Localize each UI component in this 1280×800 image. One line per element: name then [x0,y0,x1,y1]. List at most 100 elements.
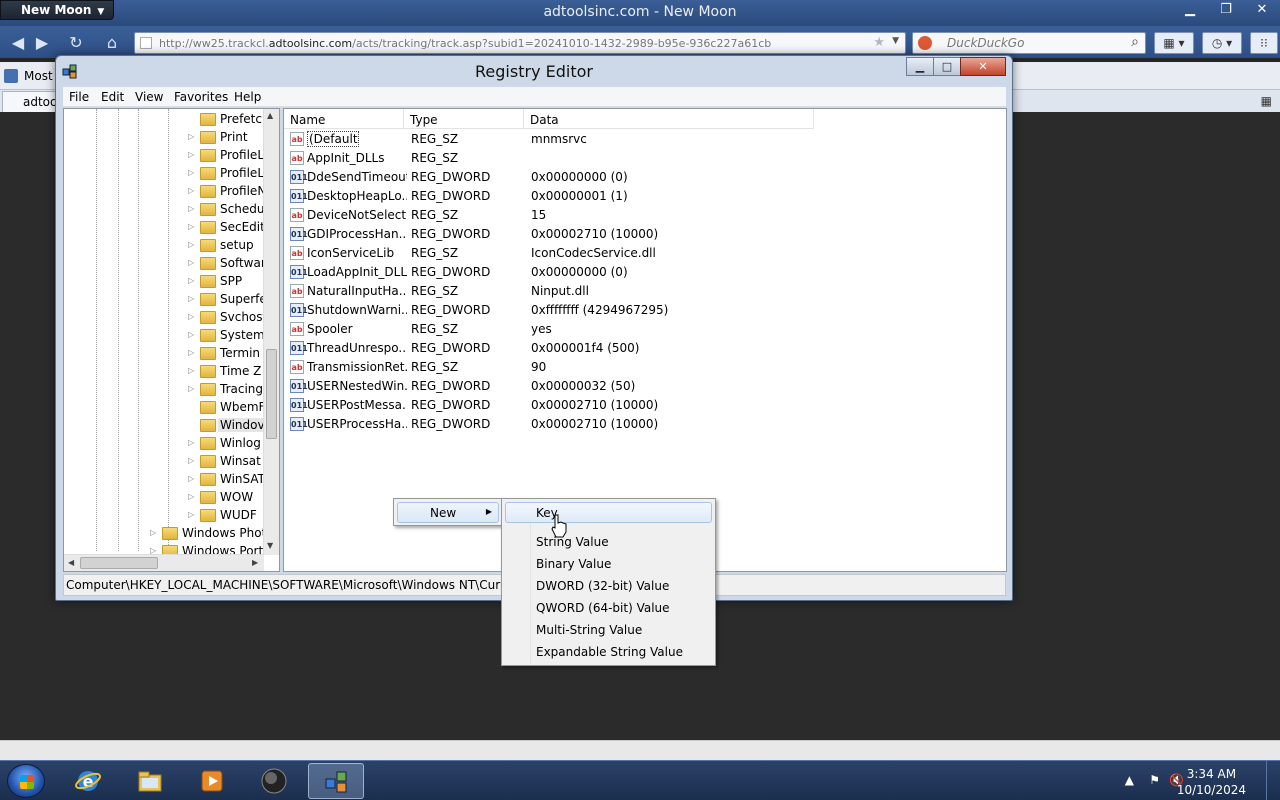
menu-edit[interactable]: Edit [101,90,124,104]
submenu-item[interactable]: String Value [505,531,712,552]
action-center-icon[interactable]: ⚑ [1149,773,1160,787]
submenu-item[interactable]: Key [505,502,712,523]
expand-arrow-icon[interactable]: ▷ [188,132,194,141]
expand-arrow-icon[interactable]: ▷ [188,384,194,393]
expand-arrow-icon[interactable]: ▷ [188,168,194,177]
url-input[interactable]: http://ww25.trackcl.adtoolsinc.com/acts/… [134,32,906,54]
value-row[interactable]: ab Spooler REG_SZ yes [284,320,1004,339]
bookmark-most-visited[interactable]: Most [24,69,53,83]
addon-icon[interactable]: ▦ ▾ [1154,32,1194,54]
scroll-left-icon[interactable]: ◀ [68,558,74,567]
value-row[interactable]: 011 USERProcessHa... REG_DWORD 0x00002710 (… [284,415,1004,434]
string-value-icon: ab [290,132,304,146]
expand-arrow-icon[interactable]: ▷ [188,330,194,339]
tab-grid-icon[interactable]: ▦ [1261,94,1272,108]
value-row[interactable]: 011 DesktopHeapLo... REG_DWORD 0x00000001 (… [284,187,1004,206]
expand-arrow-icon[interactable]: ▷ [188,276,194,285]
submenu-item[interactable]: DWORD (32-bit) Value [505,575,712,596]
expand-arrow-icon[interactable]: ▷ [150,528,156,537]
tree-horizontal-scrollbar[interactable]: ◀ ▶ [64,554,264,571]
menu-file[interactable]: File [69,90,89,104]
expand-arrow-icon[interactable]: ▷ [188,240,194,249]
column-header-data[interactable]: Data [524,109,814,129]
expand-arrow-icon[interactable]: ▷ [188,456,194,465]
menu-item-new[interactable]: New ▶ [397,502,499,523]
show-hidden-icons-icon[interactable]: ▲ [1125,773,1134,787]
taskbar-new-moon[interactable] [246,763,302,799]
scroll-thumb[interactable] [266,349,277,439]
expand-arrow-icon[interactable]: ▷ [188,186,194,195]
bookmark-star-icon[interactable]: ★ [873,35,885,50]
taskbar-media-player[interactable] [184,763,240,799]
clock[interactable]: 3:34 AM 10/10/2024 [1177,766,1246,798]
menu-favorites[interactable]: Favorites [174,90,228,104]
key-tree[interactable]: Prefetc ▷ Print ▷ ProfileL ▷ ProfileL ▷ ProfileN… [63,108,280,572]
home-icon[interactable]: ⌂ [100,32,124,54]
value-row[interactable]: ab TransmissionRet... REG_SZ 90 [284,358,1004,377]
value-type: REG_DWORD [411,265,491,279]
forward-icon[interactable]: ▶ [30,32,54,54]
taskbar-explorer[interactable] [122,763,178,799]
bookmark-folder-icon [4,69,18,83]
start-button[interactable] [7,764,45,798]
minimize-icon[interactable]: ▁ [1172,0,1208,22]
value-row[interactable]: 011 DdeSendTimeout REG_DWORD 0x00000000 (0) [284,168,1004,187]
show-desktop-button[interactable] [1266,761,1280,800]
value-row[interactable]: ab (Default) REG_SZ mnmsrvc [284,130,1004,149]
value-row[interactable]: 011 GDIProcessHan... REG_DWORD 0x00002710 (… [284,225,1004,244]
maximize-icon[interactable]: □ [933,57,961,76]
submenu-item[interactable]: Expandable String Value [505,641,712,662]
scroll-right-icon[interactable]: ▶ [252,558,258,567]
tree-vertical-scrollbar[interactable]: ▲ ▼ [263,109,279,555]
tab-adtoolsinc[interactable]: adtoo [2,91,62,112]
reload-icon[interactable]: ↻ [64,32,88,54]
value-row[interactable]: ab AppInit_DLLs REG_SZ [284,149,1004,168]
close-icon[interactable]: ✕ [1244,0,1280,22]
history-icon[interactable]: ◷ ▾ [1202,32,1242,54]
restore-icon[interactable]: ❐ [1208,0,1244,22]
expand-arrow-icon[interactable]: ▷ [188,510,194,519]
submenu-item[interactable]: QWORD (64-bit) Value [505,597,712,618]
taskbar-ie[interactable]: e [60,763,116,799]
expand-arrow-icon[interactable]: ▷ [188,294,194,303]
minimize-icon[interactable]: ▁ [906,57,934,76]
taskbar-regedit[interactable] [308,763,364,799]
expand-arrow-icon[interactable]: ▷ [188,492,194,501]
value-row[interactable]: ab DeviceNotSelect... REG_SZ 15 [284,206,1004,225]
expand-arrow-icon[interactable]: ▷ [188,222,194,231]
value-row[interactable]: 011 USERNestedWin... REG_DWORD 0x00000032 (… [284,377,1004,396]
submenu-item[interactable]: Multi-String Value [505,619,712,640]
url-dropdown-icon[interactable]: ▼ [892,36,899,46]
registry-titlebar[interactable]: Registry Editor ▁ □ ✕ [56,56,1012,86]
column-header-type[interactable]: Type [404,109,524,129]
search-icon[interactable]: ⌕ [1131,34,1139,50]
back-icon[interactable]: ◀ [6,32,30,54]
app-menu-button[interactable]: New Moon ▼ [0,0,114,20]
value-row[interactable]: ab IconServiceLib REG_SZ IconCodecService.d… [284,244,1004,263]
search-input[interactable]: DuckDuckGo ⌕ [912,32,1146,54]
expand-arrow-icon[interactable]: ▷ [188,438,194,447]
scroll-up-icon[interactable]: ▲ [267,111,273,120]
value-row[interactable]: ab NaturalInputHa... REG_SZ Ninput.dll [284,282,1004,301]
value-row[interactable]: 011 ThreadUnrespo... REG_DWORD 0x000001f4 (… [284,339,1004,358]
scroll-thumb[interactable] [80,557,158,569]
value-row[interactable]: 011 USERPostMessa... REG_DWORD 0x00002710 (… [284,396,1004,415]
expand-arrow-icon[interactable]: ▷ [188,474,194,483]
menu-help[interactable]: Help [234,90,261,104]
expand-arrow-icon[interactable]: ▷ [188,204,194,213]
value-row[interactable]: 011 ShutdownWarni... REG_DWORD 0xffffffff (… [284,301,1004,320]
expand-arrow-icon[interactable]: ▷ [188,258,194,267]
expand-arrow-icon[interactable]: ▷ [188,312,194,321]
status-path: Computer\HKEY_LOCAL_MACHINE\SOFTWARE\Mic… [66,578,539,592]
value-row[interactable]: 011 LoadAppInit_DLLs REG_DWORD 0x00000000 (… [284,263,1004,282]
value-name: ShutdownWarni... [307,303,407,317]
expand-arrow-icon[interactable]: ▷ [188,150,194,159]
submenu-item[interactable]: Binary Value [505,553,712,574]
scroll-down-icon[interactable]: ▼ [267,541,273,550]
menu-view[interactable]: View [135,90,163,104]
column-header-name[interactable]: Name [284,109,404,129]
expand-arrow-icon[interactable]: ▷ [188,366,194,375]
menu-icon[interactable]: ⁝⁝ [1250,32,1278,54]
expand-arrow-icon[interactable]: ▷ [188,348,194,357]
close-icon[interactable]: ✕ [960,57,1006,76]
